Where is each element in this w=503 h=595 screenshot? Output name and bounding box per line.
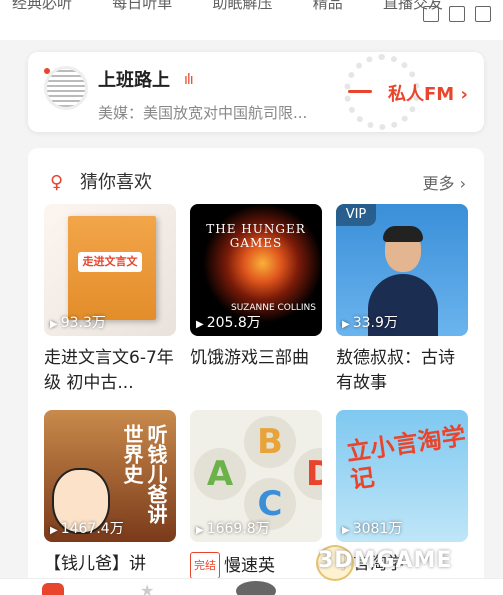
play-count-value: 205.8万	[206, 315, 261, 331]
top-nav-bar: 经典必听 每日听单 助眠解压 精品 直播交友	[0, 0, 503, 40]
album-title-text: 慢速英	[224, 556, 275, 576]
more-link[interactable]: 更多 ›	[423, 170, 467, 194]
album-cover[interactable]: B A C D ▶ 1669.8万	[190, 410, 322, 542]
private-fm-card[interactable]: 上班路上 ılı 美媒：美国放宽对中国航司限... 私人FM ›	[28, 52, 484, 132]
equalizer-icon: ılı	[184, 72, 194, 88]
album-card[interactable]: 走进文言文 ▶ 93.3万 走进文言文6-7年级 初中古...	[44, 204, 176, 396]
play-count-value: 1467.4万	[60, 521, 124, 537]
play-count: ▶ 1467.4万	[50, 518, 124, 538]
watermark-text: 3DMGAME	[318, 548, 453, 573]
user-recommend-icon: ♀	[50, 172, 64, 193]
album-card[interactable]: THE HUNGER GAMES SUZANNE COLLINS ▶ 205.8万…	[190, 204, 322, 396]
play-count: ▶ 1669.8万	[196, 518, 270, 538]
play-count: ▶ 33.9万	[342, 312, 398, 332]
minimize-icon[interactable]	[449, 6, 465, 22]
play-count: ▶ 3081万	[342, 518, 402, 538]
album-card[interactable]: 听钱儿爸讲世界史 ▶ 1467.4万 【钱儿爸】讲	[44, 410, 176, 595]
play-icon: ▶	[50, 525, 58, 536]
album-cover[interactable]: THE HUNGER GAMES SUZANNE COLLINS ▶ 205.8万	[190, 204, 322, 336]
play-count: ▶ 93.3万	[50, 312, 106, 332]
album-title[interactable]: 饥饿游戏三部曲	[190, 346, 325, 396]
album-card[interactable]: VIP ▶ 33.9万 敖德叔叔：古诗有故事	[336, 204, 468, 396]
cover-text: 立小言淘学记	[344, 421, 468, 495]
external-link-icon[interactable]	[423, 6, 439, 22]
play-count-value: 93.3万	[60, 315, 106, 331]
fm-title: 上班路上	[98, 70, 170, 91]
album-cover[interactable]: 听钱儿爸讲世界史 ▶ 1467.4万	[44, 410, 176, 542]
play-count-value: 1669.8万	[206, 521, 270, 537]
top-nav-item[interactable]: 经典必听	[12, 0, 72, 13]
letter-a-icon: A	[194, 448, 246, 500]
album-title[interactable]: 敖德叔叔：古诗有故事	[336, 346, 471, 396]
letter-d-icon: D	[294, 448, 322, 500]
album-card[interactable]: B A C D ▶ 1669.8万 完结 慢速英	[190, 410, 322, 595]
album-cover[interactable]: VIP ▶ 33.9万	[336, 204, 468, 336]
play-count-value: 33.9万	[352, 315, 398, 331]
finished-badge: 完结	[190, 552, 220, 579]
bottom-tab-bar: ★	[0, 578, 503, 595]
star-tab-icon[interactable]: ★	[140, 581, 154, 595]
cover-text: 走进文言文	[78, 252, 142, 272]
album-cover[interactable]: 走进文言文 ▶ 93.3万	[44, 204, 176, 336]
fm-subtitle: 美媒：美国放宽对中国航司限...	[98, 104, 308, 122]
play-icon: ▶	[342, 525, 350, 536]
top-nav: 经典必听 每日听单 助眠解压 精品 直播交友	[12, 0, 443, 13]
letter-b-icon: B	[244, 416, 296, 468]
play-count: ▶ 205.8万	[196, 312, 261, 332]
home-tab-icon[interactable]	[42, 583, 64, 595]
top-nav-item[interactable]: 精品	[313, 0, 343, 13]
fullscreen-icon[interactable]	[475, 6, 491, 22]
presenter-hair	[383, 226, 423, 242]
window-controls	[423, 6, 491, 22]
top-nav-item[interactable]: 每日听单	[112, 0, 172, 13]
album-title[interactable]: 走进文言文6-7年级 初中古...	[44, 346, 179, 396]
private-fm-link[interactable]: 私人FM ›	[388, 80, 468, 106]
top-nav-item[interactable]: 助眠解压	[212, 0, 272, 13]
cover-text: 听钱儿爸讲世界史	[120, 424, 168, 524]
vip-badge: VIP	[336, 204, 376, 226]
play-icon: ▶	[50, 319, 58, 330]
play-icon: ▶	[342, 319, 350, 330]
album-cover[interactable]: 立小言淘学记 ▶ 3081万	[336, 410, 468, 542]
play-icon: ▶	[196, 319, 204, 330]
cover-text: THE HUNGER GAMES	[206, 222, 306, 250]
play-count-value: 3081万	[352, 521, 403, 537]
radio-disc-icon	[44, 66, 88, 110]
play-icon: ▶	[196, 525, 204, 536]
fm-needle-icon	[348, 90, 372, 93]
play-tab-icon[interactable]	[236, 581, 276, 595]
section-title: 猜你喜欢	[80, 172, 152, 193]
book-cover-art: 走进文言文	[68, 216, 156, 320]
live-dot-icon	[44, 68, 50, 74]
